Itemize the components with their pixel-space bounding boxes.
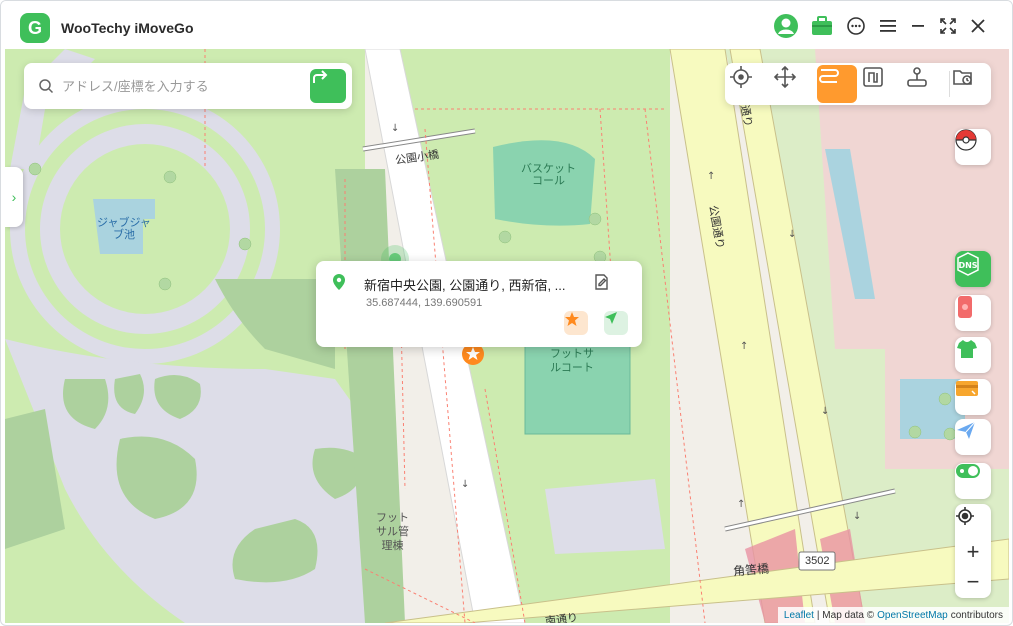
cosmetics-button[interactable]	[955, 337, 991, 373]
user-avatar-icon[interactable]	[773, 13, 799, 39]
path-square-icon	[863, 67, 883, 87]
multi-spot-mode-button[interactable]	[817, 65, 857, 103]
history-mode-button[interactable]	[951, 65, 991, 103]
jump-teleport-mode-button[interactable]	[905, 65, 945, 103]
zoom-out-button[interactable]: −	[955, 567, 991, 597]
popup-place-name: 新宿中央公園, 公園通り, 西新宿, ...	[364, 278, 566, 293]
dns-icon: DNS	[957, 252, 979, 276]
joystick-mode-button[interactable]	[773, 65, 813, 103]
svg-text:DNS: DNS	[958, 261, 977, 270]
toggle-button[interactable]	[955, 463, 991, 499]
phone-icon	[958, 296, 972, 318]
road-number-badge: 3502	[805, 555, 830, 567]
location-popup: 新宿中央公園, 公園通り, 西新宿, ... 35.687444, 139.69…	[316, 261, 642, 347]
popup-coordinates: 35.687444, 139.690591	[366, 297, 483, 309]
search-icon	[39, 79, 54, 94]
svg-text:↑: ↑	[707, 171, 715, 182]
chat-icon[interactable]	[843, 13, 869, 39]
app-logo: G	[20, 13, 50, 43]
card-button[interactable]	[955, 379, 991, 415]
teleport-mode-button[interactable]	[729, 65, 769, 103]
map-label-futsal-office: フット サル管 理棟	[376, 512, 409, 552]
two-spot-mode-button[interactable]	[861, 65, 901, 103]
svg-text:↓: ↓	[461, 479, 469, 490]
zoom-in-button[interactable]: +	[955, 537, 991, 567]
star-icon	[565, 312, 579, 326]
dns-button[interactable]: DNS	[955, 251, 991, 287]
send-button[interactable]	[955, 419, 991, 455]
send-icon	[957, 421, 976, 439]
osm-link[interactable]: OpenStreetMap	[877, 610, 948, 621]
joystick-icon	[907, 67, 927, 87]
chevron-right-icon: ›	[11, 189, 17, 205]
location-pin-icon	[333, 274, 345, 290]
route-lines-icon	[819, 69, 839, 83]
svg-text:↓: ↓	[821, 406, 829, 417]
navigate-arrow-icon	[605, 312, 617, 324]
map-label-basketball: バスケット コール	[521, 163, 576, 187]
pokeball-icon	[955, 129, 977, 151]
map-data-label: | Map data ©	[816, 609, 875, 621]
device-button[interactable]	[955, 295, 991, 331]
move-arrows-icon	[773, 65, 797, 89]
toolbar-divider	[949, 71, 950, 97]
zoom-controls: + −	[955, 504, 991, 598]
minimize-icon[interactable]	[905, 13, 931, 39]
sidebar-expand-tab[interactable]: ›	[5, 167, 23, 227]
favorite-button[interactable]	[564, 311, 588, 335]
title-bar: G WooTechy iMoveGo	[1, 1, 1012, 49]
map-view[interactable]: ↓ ↓ ↑ ↑ ↓ ↓ ↑ ↓ ジャブジャ ブ池 バスケット コール フットサ ルコート…	[5, 49, 1009, 623]
toggle-icon	[956, 464, 980, 478]
app-window: G WooTechy iMoveGo ↓ ↓ ↑ ↑ ↓ ↓ ↑ ↓ ジャブジャ…	[0, 0, 1013, 626]
svg-text:↑: ↑	[740, 341, 748, 352]
svg-text:↓: ↓	[788, 229, 796, 240]
folder-clock-icon	[953, 70, 972, 85]
locate-icon	[956, 507, 974, 525]
map-label-pond: ジャブジャ ブ池	[97, 217, 151, 241]
crosshair-icon	[730, 66, 752, 88]
search-go-button[interactable]	[310, 69, 346, 103]
svg-text:↓: ↓	[391, 123, 399, 134]
map-attribution: Leaflet | Map data © OpenStreetMap contr…	[777, 607, 1009, 623]
redo-arrow-icon	[313, 70, 328, 83]
edit-icon[interactable]	[593, 273, 611, 291]
close-icon[interactable]	[965, 13, 991, 39]
map-label-futsal-court: フットサ ルコート	[550, 348, 594, 374]
mode-toolbar	[725, 63, 991, 105]
menu-icon[interactable]	[875, 13, 901, 39]
card-icon	[956, 381, 978, 396]
svg-text:↓: ↓	[853, 511, 861, 522]
search-bar	[24, 63, 352, 109]
search-input[interactable]	[62, 75, 302, 97]
go-here-button[interactable]	[604, 311, 628, 335]
leaflet-link[interactable]: Leaflet	[784, 610, 814, 621]
clothing-icon	[957, 340, 977, 358]
pokeball-button[interactable]	[955, 129, 991, 165]
map-label-road-3: 角筈橋	[732, 561, 770, 579]
fullscreen-icon[interactable]	[935, 13, 961, 39]
contributors-label: contributors	[950, 609, 1003, 621]
locate-me-button[interactable]	[955, 506, 991, 536]
app-title: WooTechy iMoveGo	[61, 20, 194, 36]
svg-text:↑: ↑	[737, 499, 745, 510]
toolbox-icon[interactable]	[809, 13, 835, 39]
